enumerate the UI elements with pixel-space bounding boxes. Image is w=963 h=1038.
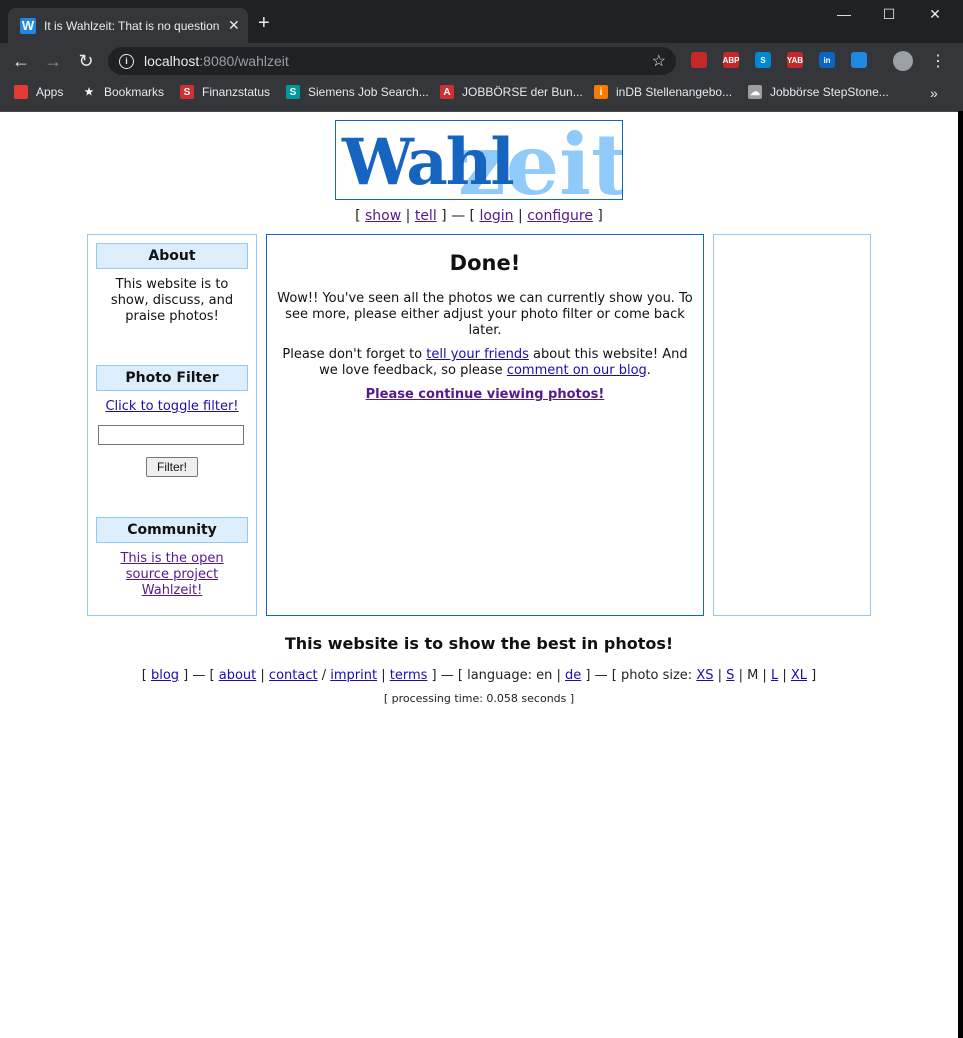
- processing-time: [ processing time: 0.058 seconds ]: [383, 692, 575, 705]
- browser-tab[interactable]: W It is Wahlzeit: That is no question ✕: [8, 8, 248, 43]
- done-message: Wow!! You've seen all the photos we can …: [277, 291, 693, 338]
- photo-filter-heading: Photo Filter: [96, 365, 248, 391]
- more-bookmarks-icon[interactable]: »: [930, 85, 938, 101]
- bookmark-label: JOBBÖRSE der Bun...: [462, 85, 583, 99]
- close-window-icon[interactable]: ✕: [920, 6, 950, 23]
- bookmark-item[interactable]: ☁ Jobbörse StepStone...: [748, 85, 889, 99]
- adblock-plus-icon[interactable]: ABP: [723, 52, 739, 68]
- browser-titlebar: W It is Wahlzeit: That is no question ✕ …: [0, 0, 963, 43]
- nav-separator: |: [405, 208, 411, 224]
- profile-avatar[interactable]: [893, 51, 913, 71]
- tagline: This website is to show the best in phot…: [284, 634, 674, 653]
- wahlzeit-favicon-icon: W: [20, 17, 36, 34]
- size-s-link[interactable]: S: [726, 668, 734, 683]
- bookmark-item[interactable]: Apps: [14, 85, 63, 99]
- terms-link[interactable]: terms: [390, 668, 428, 683]
- siemens-icon: S: [286, 85, 300, 99]
- open-source-project-link[interactable]: This is the open source project Wahlzeit…: [120, 551, 223, 598]
- bookmark-item[interactable]: S Siemens Job Search...: [286, 85, 429, 99]
- about-link[interactable]: about: [219, 668, 257, 683]
- right-sidebar: [713, 234, 871, 616]
- blog-link[interactable]: blog: [151, 668, 179, 683]
- star-icon: ★: [82, 85, 96, 99]
- toggle-filter-link[interactable]: Click to toggle filter!: [105, 399, 238, 414]
- nav-separator: |: [518, 208, 523, 224]
- feedback-message: Please don't forget to tell your friends…: [282, 347, 688, 378]
- done-heading: Done!: [449, 251, 521, 275]
- linkedin-icon[interactable]: in: [819, 52, 835, 68]
- new-tab-icon[interactable]: +: [258, 12, 270, 35]
- tell-friends-link[interactable]: tell your friends: [426, 347, 529, 362]
- size-l-link[interactable]: L: [771, 668, 778, 683]
- bookmark-label: Siemens Job Search...: [308, 85, 429, 99]
- stepstone-icon: ☁: [748, 85, 762, 99]
- size-xs-link[interactable]: XS: [696, 668, 713, 683]
- blocked-extension-icon[interactable]: [691, 52, 707, 68]
- tell-link[interactable]: tell: [415, 208, 437, 224]
- imprint-link[interactable]: imprint: [330, 668, 377, 683]
- nav-separator: ] — [: [441, 208, 475, 224]
- contact-link[interactable]: contact: [269, 668, 318, 683]
- size-xl-link[interactable]: XL: [791, 668, 807, 683]
- bookmark-item[interactable]: i inDB Stellenangebo...: [594, 85, 732, 99]
- arbeitsagentur-icon: A: [440, 85, 454, 99]
- comment-blog-link[interactable]: comment on our blog: [507, 363, 647, 378]
- maximize-icon[interactable]: ☐: [874, 6, 904, 23]
- sparkasse-icon: S: [180, 85, 194, 99]
- indb-icon: i: [594, 85, 608, 99]
- apps-grid-icon: [14, 85, 28, 99]
- top-navigation: [ show | tell ] — [ login | configure ]: [0, 208, 958, 224]
- community-heading: Community: [96, 517, 248, 543]
- forward-icon[interactable]: →: [42, 51, 64, 72]
- login-link[interactable]: login: [479, 208, 513, 224]
- bookmarks-bar: Apps ★ Bookmarks S Finanzstatus S Siemens Job …: [0, 79, 963, 112]
- left-sidebar: About This website is to show, discuss, …: [87, 234, 257, 616]
- skype-icon[interactable]: S: [755, 52, 771, 68]
- address-bar[interactable]: i localhost:8080/wahlzeit ☆: [108, 47, 676, 75]
- tab-title: It is Wahlzeit: That is no question: [44, 18, 220, 33]
- back-icon[interactable]: ←: [10, 51, 32, 72]
- wahlzeit-logo[interactable]: Wahl zeit: [335, 120, 623, 200]
- language-de-link[interactable]: de: [565, 668, 581, 683]
- continue-viewing-link[interactable]: Please continue viewing photos!: [366, 387, 605, 402]
- menu-kebab-icon[interactable]: ⋮: [930, 51, 946, 71]
- bookmark-label: Apps: [36, 85, 64, 99]
- bookmark-item[interactable]: S Finanzstatus: [180, 85, 270, 99]
- bookmark-label: Jobbörse StepStone...: [770, 85, 889, 99]
- about-heading: About: [96, 243, 248, 269]
- url-path: :8080/wahlzeit: [199, 53, 289, 69]
- filter-button[interactable]: Filter!: [146, 457, 198, 477]
- nav-bracket: [: [355, 208, 361, 224]
- logo-text-wahl: Wahl: [342, 125, 515, 200]
- nav-bracket: ]: [597, 208, 603, 224]
- bookmark-item[interactable]: A JOBBÖRSE der Bun...: [440, 85, 583, 99]
- bookmark-label: Finanzstatus: [202, 85, 271, 99]
- minimize-icon[interactable]: —: [829, 6, 859, 22]
- bookmark-star-icon[interactable]: ☆: [652, 51, 666, 71]
- show-link[interactable]: show: [365, 208, 401, 224]
- browser-toolbar: ← → ↻ i localhost:8080/wahlzeit ☆ ABP S YA…: [0, 43, 963, 79]
- main-content: Done! Wow!! You've seen all the photos w…: [266, 234, 704, 616]
- bookmark-label: Bookmarks: [104, 85, 165, 99]
- reload-icon[interactable]: ↻: [75, 51, 97, 72]
- bookmark-item[interactable]: ★ Bookmarks: [82, 85, 164, 99]
- about-text: This website is to show, discuss, and pr…: [110, 277, 234, 324]
- window-edge: [958, 111, 963, 1038]
- footer-navigation: [ blog ] — [ about | contact / imprint |…: [141, 668, 817, 683]
- yab-icon[interactable]: YAB: [787, 52, 803, 68]
- configure-link[interactable]: configure: [527, 208, 593, 224]
- messenger-icon[interactable]: [851, 52, 867, 68]
- close-tab-icon[interactable]: ✕: [228, 17, 240, 34]
- bookmark-label: inDB Stellenangebo...: [616, 85, 733, 99]
- filter-input[interactable]: [98, 425, 244, 445]
- site-info-icon[interactable]: i: [119, 53, 134, 69]
- url-host: localhost: [144, 53, 200, 69]
